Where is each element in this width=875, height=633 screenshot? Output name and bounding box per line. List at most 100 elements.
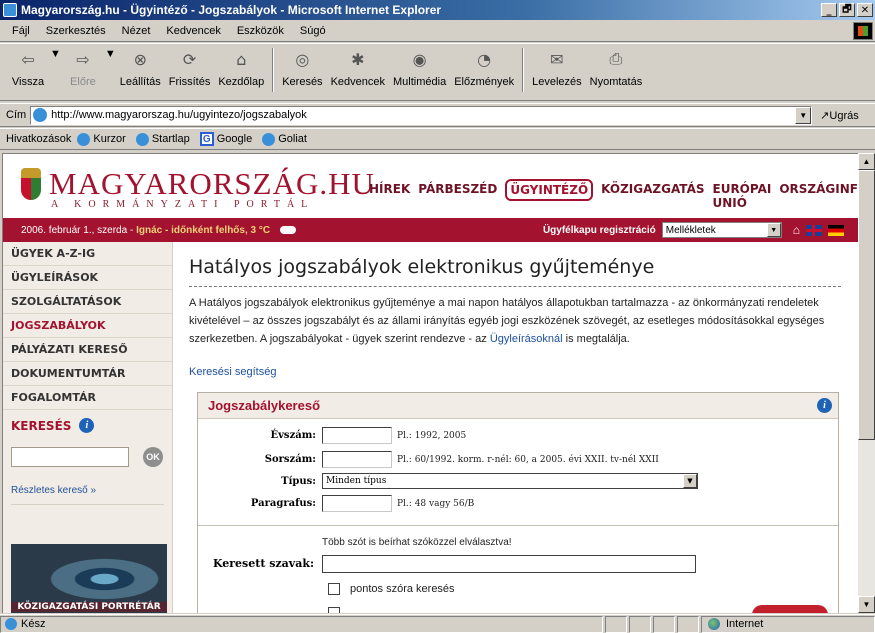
refresh-button[interactable]: ⟳ Frissítés — [165, 48, 215, 89]
history-icon: ◔ — [477, 49, 492, 69]
stop-icon: ⊗ — [133, 49, 147, 69]
sidebar-search-title: KERESÉS i — [3, 410, 172, 433]
menu-bar: Fájl Szerkesztés Nézet Kedvencek Eszközö… — [0, 20, 875, 42]
go-button[interactable]: ↗Ugrás — [820, 109, 859, 122]
menu-edit[interactable]: Szerkesztés — [38, 25, 114, 37]
second-checkbox[interactable] — [328, 607, 340, 613]
search-help-link[interactable]: Keresési segítség — [189, 366, 276, 378]
date-text: 2006. február 1., szerda - — [21, 224, 137, 236]
address-input[interactable]: http://www.magyarorszag.hu/ugyintezo/jog… — [30, 105, 813, 125]
forward-dropdown-icon[interactable]: ▼ — [105, 48, 116, 60]
home-icon: ⌂ — [236, 49, 247, 69]
keywords-input[interactable] — [322, 555, 696, 573]
status-cell — [629, 615, 651, 633]
attachments-select[interactable]: Mellékletek ▼ — [661, 222, 782, 238]
restore-button[interactable]: 🗗 — [839, 3, 855, 17]
paragraph-input[interactable] — [322, 495, 392, 512]
advanced-search-link[interactable]: Részletes kereső » — [3, 467, 172, 496]
topnav-ugyintezo[interactable]: ÜGYINTÉZŐ — [505, 179, 594, 201]
info-icon[interactable]: i — [79, 418, 95, 433]
topnav-parbeszed[interactable]: PÁRBESZÉD — [418, 182, 497, 210]
german-flag-icon[interactable] — [828, 224, 844, 236]
minimize-button[interactable]: _ — [821, 3, 837, 17]
close-button[interactable]: ✕ — [857, 3, 873, 17]
link-startlap[interactable]: Startlap — [135, 132, 190, 146]
home-button[interactable]: ⌂ Kezdőlap — [214, 48, 268, 89]
weather-text: - időnként felhős, 3 °C — [162, 224, 271, 236]
uk-flag-icon[interactable] — [806, 224, 822, 236]
topnav-europai-unio[interactable]: EURÓPAI UNIÓ — [713, 182, 772, 210]
sidebar-nav: ÜGYEK A-Z-IG ÜGYLEÍRÁSOK SZOLGÁLTATÁSOK … — [3, 242, 172, 410]
status-text: Kész — [21, 618, 46, 630]
search-button[interactable]: ◎ Keresés — [278, 48, 326, 89]
info-bar: 2006. február 1., szerda - Ignác - időnk… — [3, 218, 858, 242]
registration-link[interactable]: Ügyfélkapu regisztráció — [543, 225, 656, 236]
menu-favorites[interactable]: Kedvencek — [158, 25, 228, 37]
ugyleirasok-link[interactable]: Ügyleírásoknál — [490, 333, 563, 345]
back-label: Vissza — [11, 76, 45, 88]
info-icon[interactable]: i — [817, 398, 832, 413]
year-input[interactable] — [322, 427, 392, 444]
history-button[interactable]: ◔ Előzmények — [450, 48, 518, 89]
sidebar-item-jogszabalyok[interactable]: JOGSZABÁLYOK — [3, 314, 172, 338]
address-bar: Cím http://www.magyarorszag.hu/ugyintezo… — [0, 103, 875, 127]
refresh-icon: ⟳ — [182, 49, 197, 69]
address-url[interactable]: http://www.magyarorszag.hu/ugyintezo/jog… — [51, 109, 795, 121]
paragraph-label: Paragrafus: — [250, 498, 316, 509]
toolbar-separator — [522, 48, 525, 92]
type-label: Típus: — [281, 475, 316, 487]
sidebar-search-input[interactable] — [11, 447, 129, 467]
year-label: Évszám: — [270, 430, 317, 441]
number-input[interactable] — [322, 451, 392, 468]
sidebar-item-ugyleirasok[interactable]: ÜGYLEÍRÁSOK — [3, 266, 172, 290]
media-icon: ◉ — [412, 49, 427, 69]
sidebar-item-ugyek[interactable]: ÜGYEK A-Z-IG — [3, 242, 172, 266]
menu-tools[interactable]: Eszközök — [229, 25, 292, 37]
scroll-down-icon[interactable]: ▼ — [858, 596, 875, 613]
exact-word-checkbox[interactable] — [328, 583, 340, 595]
menu-view[interactable]: Nézet — [114, 25, 159, 37]
sidebar-item-fogalomtar[interactable]: FOGALOMTÁR — [3, 386, 172, 410]
topnav-kozigazgatas[interactable]: KÖZIGAZGATÁS — [601, 182, 704, 210]
address-dropdown-icon[interactable]: ▼ — [795, 106, 812, 124]
ie-icon — [3, 3, 17, 17]
home-icon[interactable]: ⌂ — [793, 223, 800, 237]
link-google[interactable]: G Google — [199, 132, 252, 146]
sidebar-item-szolgaltatasok[interactable]: SZOLGÁLTATÁSOK — [3, 290, 172, 314]
menu-file[interactable]: Fájl — [4, 25, 38, 37]
stop-button[interactable]: ⊗ Leállítás — [116, 48, 165, 89]
back-dropdown-icon[interactable]: ▼ — [50, 48, 61, 60]
date-weather: 2006. február 1., szerda - Ignác - időnk… — [21, 225, 270, 236]
page-title: Hatályos jogszabályok elektronikus gyűjt… — [189, 256, 655, 278]
link-kurzor[interactable]: Kurzor — [77, 132, 126, 146]
topnav-orszaginfo[interactable]: ORSZÁGINFÓ — [779, 182, 858, 210]
topnav-hirek[interactable]: HÍREK — [369, 182, 410, 210]
exact-word-label: pontos szóra keresés — [350, 583, 455, 595]
search-ok-button[interactable]: OK — [143, 447, 163, 467]
type-select[interactable]: Minden típus ▼ — [322, 473, 698, 489]
menu-help[interactable]: Súgó — [292, 25, 334, 37]
print-button[interactable]: ⎙ Nyomtatás — [586, 48, 647, 88]
mail-button[interactable]: ✉ Levelezés — [528, 48, 586, 89]
portrait-banner[interactable]: KÖZIGAZGATÁSI PORTRÉTÁR — [11, 544, 167, 613]
favorites-button[interactable]: ✱ Kedvencek — [327, 48, 389, 89]
back-button[interactable]: ⇦ Vissza — [6, 48, 50, 89]
search-submit-button[interactable] — [752, 605, 828, 613]
scroll-up-icon[interactable]: ▲ — [858, 153, 875, 170]
site-header: MAGYARORSZÁG.HU A KORMÁNYZATI PORTÁL HÍR… — [3, 154, 858, 214]
media-button[interactable]: ◉ Multimédia — [389, 48, 450, 89]
link-goliat[interactable]: Goliat — [262, 132, 307, 146]
forward-arrow-icon: ⇨ — [76, 49, 90, 69]
sidebar-item-palyazati-kereso[interactable]: PÁLYÁZATI KERESŐ — [3, 338, 172, 362]
ie-page-icon — [262, 132, 276, 146]
sidebar-item-dokumentumtar[interactable]: DOKUMENTUMTÁR — [3, 362, 172, 386]
scroll-thumb[interactable] — [858, 170, 875, 440]
site-logo[interactable]: MAGYARORSZÁG.HU — [49, 166, 375, 202]
type-row: Típus: Minden típus ▼ — [198, 473, 698, 489]
utility-icons: ⌂ — [790, 223, 847, 237]
toolbar: ⇦ Vissza ▼ ⇨ Előre ▼ ⊗ Leállítás ⟳ Friss… — [0, 43, 875, 101]
vertical-scrollbar[interactable]: ▲ ▼ — [858, 153, 875, 613]
forward-button[interactable]: ⇨ Előre — [61, 48, 105, 89]
ie-page-icon — [135, 132, 149, 146]
chevron-down-icon: ▼ — [766, 223, 781, 237]
